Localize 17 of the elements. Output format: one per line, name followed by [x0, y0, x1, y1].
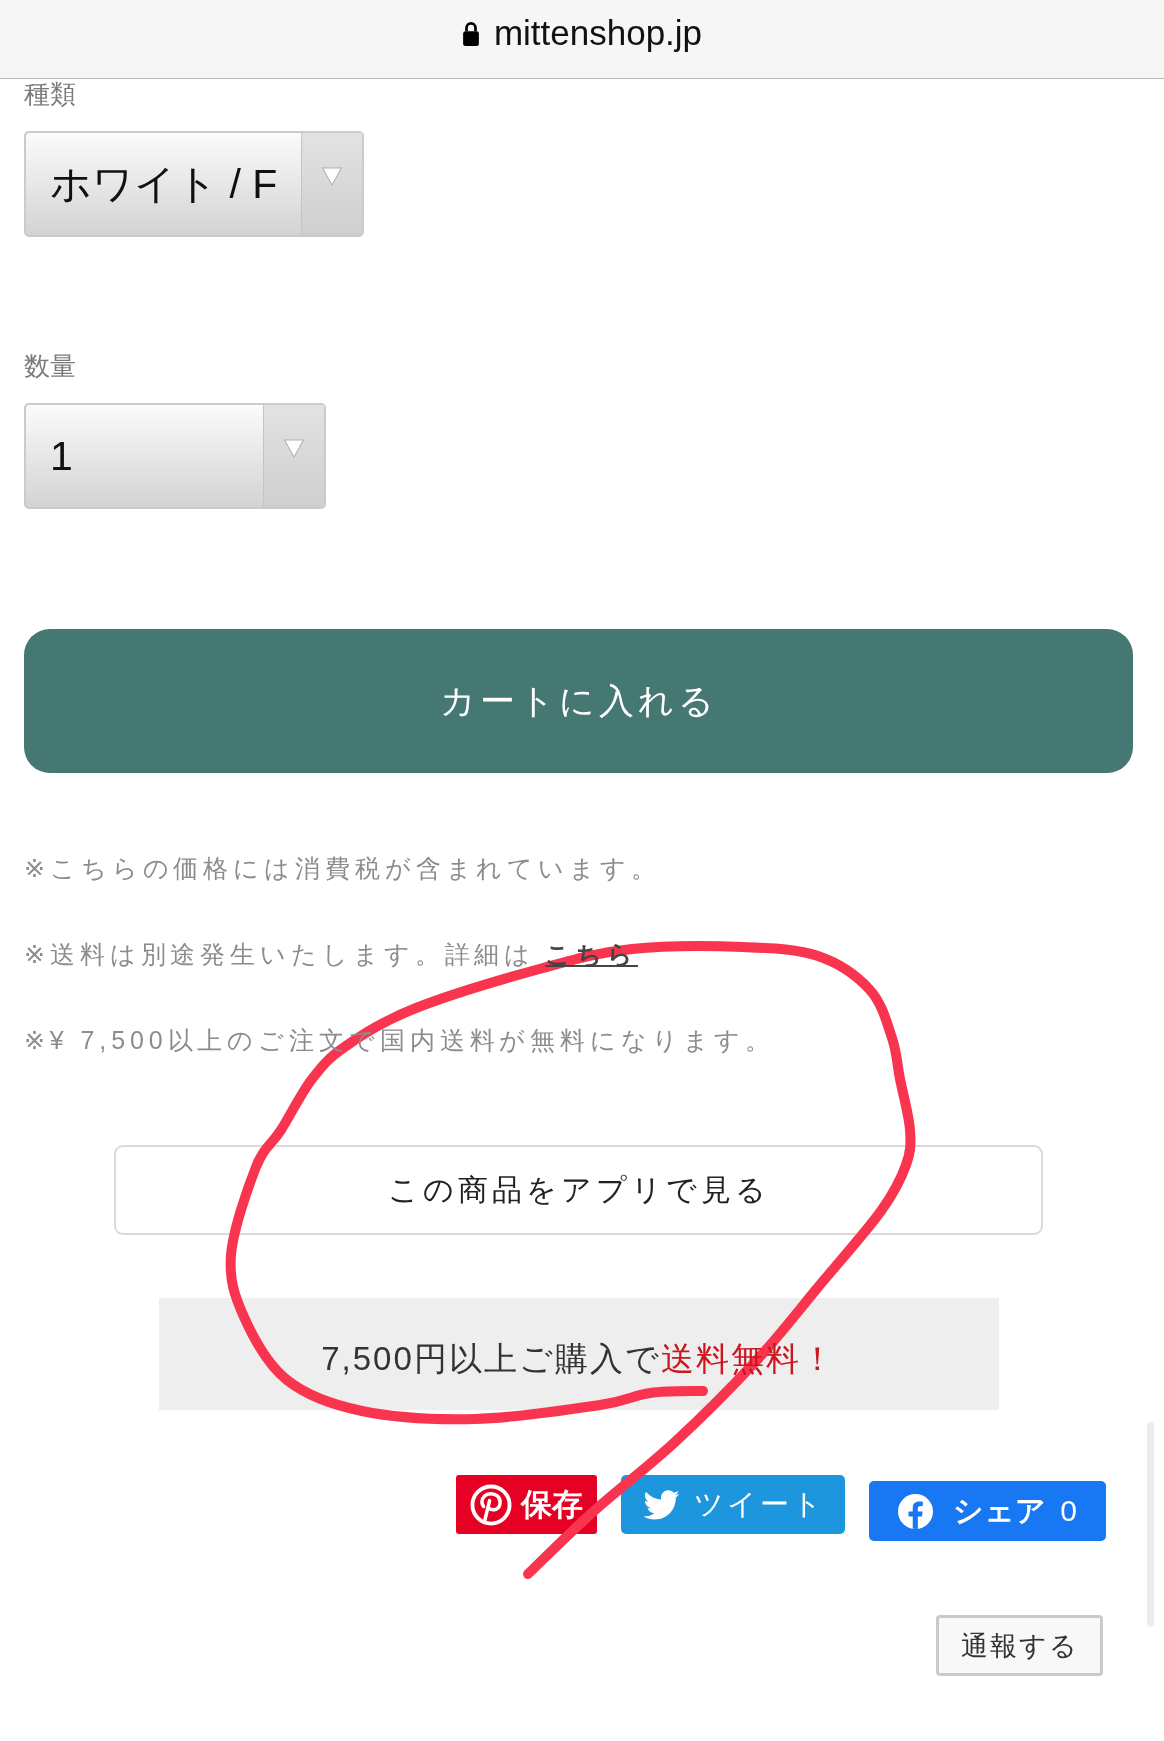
field-label: 種類 [24, 80, 76, 108]
dropdown-select[interactable]: ホワイト / F [24, 131, 365, 237]
report-button[interactable]: 通報する [936, 1615, 1103, 1676]
save-button[interactable]: 保存 [456, 1475, 597, 1534]
caret-icon [321, 167, 344, 186]
note-text: ※こちらの価格には消費税が含まれています。 [24, 853, 661, 883]
f-circle-icon [898, 1493, 934, 1529]
view-in-app-button[interactable]: この商品をアプリで見る [114, 1145, 1043, 1235]
p-circle-icon [470, 1483, 512, 1526]
field-label: 数量 [24, 352, 76, 380]
url-text[interactable]: mittenshop.jp [493, 12, 703, 54]
caret-icon [283, 439, 305, 458]
note-text: ※¥ 7,500以上のご注文で国内送料が無料になります。 [24, 1025, 775, 1055]
add-to-cart-button[interactable]: カートに入れる [24, 629, 1133, 773]
bird-icon [641, 1488, 680, 1521]
share-button[interactable]: シェア 0 [869, 1481, 1106, 1541]
dropdown-select[interactable]: 1 [24, 403, 326, 509]
